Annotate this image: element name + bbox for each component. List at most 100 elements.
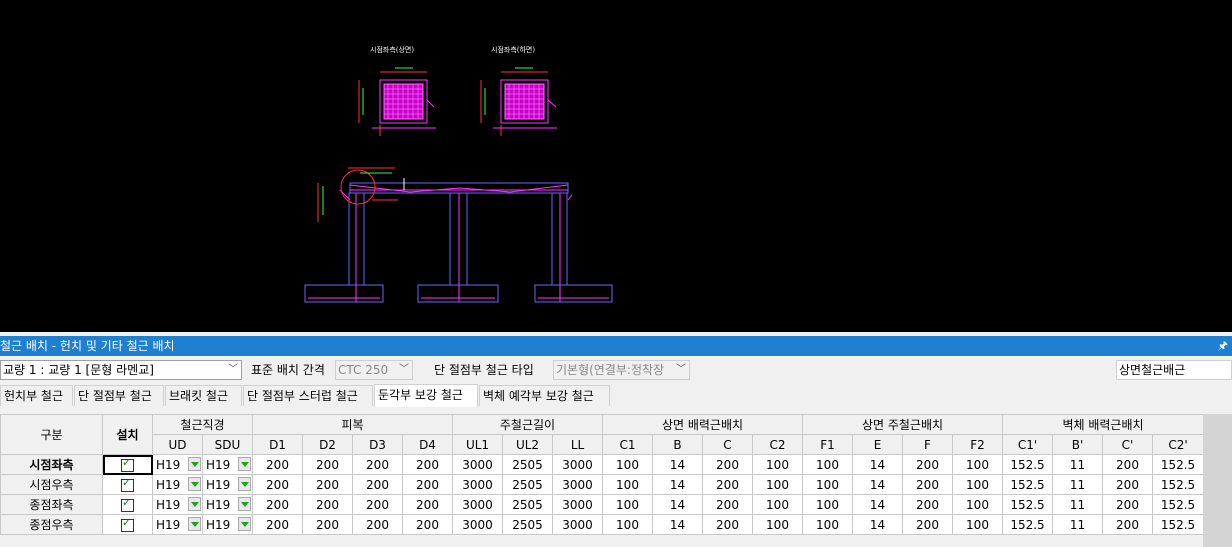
value-cell[interactable]: 100 [802, 514, 853, 535]
value-cell[interactable]: 152.5 [1002, 474, 1053, 495]
cad-viewport[interactable]: 시점좌측(상면) 시점좌측(하면) [0, 0, 1232, 332]
value-cell[interactable]: 2505 [502, 514, 553, 535]
value-cell[interactable]: 3000 [452, 454, 503, 475]
value-cell[interactable]: 100 [952, 474, 1003, 495]
dropdown-arrow-icon[interactable] [188, 477, 201, 491]
tab-end-joint-rebar[interactable]: 단 절점부 철근 [74, 385, 164, 406]
sdu-dropdown-cell[interactable]: H19 [202, 514, 253, 535]
value-cell[interactable]: 11 [1052, 494, 1103, 515]
value-cell[interactable]: 14 [852, 454, 903, 475]
value-cell[interactable]: 200 [302, 474, 353, 495]
row-header[interactable]: 종점우측 [0, 514, 103, 535]
value-cell[interactable]: 2505 [502, 454, 553, 475]
value-cell[interactable]: 14 [652, 454, 703, 475]
value-cell[interactable]: 100 [752, 474, 803, 495]
value-cell[interactable]: 2505 [502, 474, 553, 495]
value-cell[interactable]: 200 [1102, 474, 1153, 495]
value-cell[interactable]: 14 [652, 514, 703, 535]
value-cell[interactable]: 3000 [452, 514, 503, 535]
dropdown-arrow-icon[interactable] [238, 497, 251, 511]
tab-end-joint-stirrup[interactable]: 단 절점부 스터럽 철근 [243, 385, 373, 406]
value-cell[interactable]: 200 [702, 474, 753, 495]
value-cell[interactable]: 11 [1052, 474, 1103, 495]
value-cell[interactable]: 3000 [452, 494, 503, 515]
value-cell[interactable]: 200 [702, 514, 753, 535]
tab-haunch-rebar[interactable]: 헌치부 철근 [0, 385, 73, 406]
value-cell[interactable]: 11 [1052, 514, 1103, 535]
dropdown-arrow-icon[interactable] [188, 497, 201, 511]
ud-dropdown-cell[interactable]: H19 [152, 514, 203, 535]
value-cell[interactable]: 200 [702, 454, 753, 475]
value-cell[interactable]: 200 [252, 454, 303, 475]
value-cell[interactable]: 200 [402, 514, 453, 535]
value-cell[interactable]: 152.5 [1002, 454, 1053, 475]
value-cell[interactable]: 152.5 [1152, 474, 1204, 495]
value-cell[interactable]: 200 [252, 474, 303, 495]
bridge-select[interactable]: 교량 1 : 교량 1 [문형 라멘교] ﹀ [0, 360, 242, 380]
value-cell[interactable]: 200 [352, 494, 403, 515]
sdu-dropdown-cell[interactable]: H19 [202, 474, 253, 495]
value-cell[interactable]: 100 [952, 514, 1003, 535]
value-cell[interactable]: 100 [602, 514, 653, 535]
value-cell[interactable]: 14 [652, 474, 703, 495]
dropdown-arrow-icon[interactable] [188, 517, 201, 531]
value-cell[interactable]: 152.5 [1152, 514, 1204, 535]
value-cell[interactable]: 100 [802, 454, 853, 475]
row-header[interactable]: 시점좌측 [0, 454, 103, 475]
value-cell[interactable]: 200 [302, 514, 353, 535]
value-cell[interactable]: 3000 [552, 514, 603, 535]
value-cell[interactable]: 14 [852, 474, 903, 495]
value-cell[interactable]: 200 [402, 474, 453, 495]
value-cell[interactable]: 100 [752, 514, 803, 535]
install-checkbox[interactable] [121, 496, 134, 512]
value-cell[interactable]: 200 [402, 454, 453, 475]
value-cell[interactable]: 200 [352, 514, 403, 535]
value-cell[interactable]: 200 [302, 494, 353, 515]
value-cell[interactable]: 200 [1102, 494, 1153, 515]
value-cell[interactable]: 3000 [452, 474, 503, 495]
tab-obtuse-reinforcement[interactable]: 둔각부 보강 철근 [374, 384, 478, 407]
value-cell[interactable]: 100 [752, 494, 803, 515]
sdu-dropdown-cell[interactable]: H19 [202, 454, 253, 475]
tab-bracket-rebar[interactable]: 브래킷 철근 [165, 385, 242, 406]
value-cell[interactable]: 200 [702, 494, 753, 515]
value-cell[interactable]: 200 [902, 494, 953, 515]
value-cell[interactable]: 3000 [552, 454, 603, 475]
value-cell[interactable]: 200 [252, 514, 303, 535]
value-cell[interactable]: 14 [852, 494, 903, 515]
value-cell[interactable]: 152.5 [1002, 494, 1053, 515]
value-cell[interactable]: 152.5 [1152, 454, 1204, 475]
tab-wall-acute-reinforcement[interactable]: 벽체 예각부 보강 철근 [479, 385, 610, 406]
value-cell[interactable]: 200 [902, 514, 953, 535]
ud-dropdown-cell[interactable]: H19 [152, 494, 203, 515]
value-cell[interactable]: 200 [352, 454, 403, 475]
pin-icon[interactable]: 🖈 [1218, 336, 1228, 356]
install-checkbox[interactable] [121, 516, 134, 532]
value-cell[interactable]: 200 [902, 474, 953, 495]
sdu-dropdown-cell[interactable]: H19 [202, 494, 253, 515]
dropdown-arrow-icon[interactable] [238, 517, 251, 531]
value-cell[interactable]: 14 [652, 494, 703, 515]
value-cell[interactable]: 200 [1102, 454, 1153, 475]
value-cell[interactable]: 100 [602, 494, 653, 515]
dropdown-arrow-icon[interactable] [188, 457, 201, 471]
value-cell[interactable]: 200 [402, 494, 453, 515]
value-cell[interactable]: 3000 [552, 474, 603, 495]
dropdown-arrow-icon[interactable] [238, 457, 251, 471]
value-cell[interactable]: 152.5 [1002, 514, 1053, 535]
install-checkbox[interactable] [121, 456, 134, 472]
ud-dropdown-cell[interactable]: H19 [152, 454, 203, 475]
value-cell[interactable]: 200 [252, 494, 303, 515]
row-header[interactable]: 종점좌측 [0, 494, 103, 515]
value-cell[interactable]: 14 [852, 514, 903, 535]
view-mode-field[interactable]: 상면철근배근 [1116, 360, 1232, 380]
value-cell[interactable]: 152.5 [1152, 494, 1204, 515]
value-cell[interactable]: 100 [602, 474, 653, 495]
value-cell[interactable]: 100 [952, 494, 1003, 515]
value-cell[interactable]: 100 [602, 454, 653, 475]
install-checkbox[interactable] [121, 476, 134, 492]
value-cell[interactable]: 100 [802, 494, 853, 515]
ud-dropdown-cell[interactable]: H19 [152, 474, 203, 495]
value-cell[interactable]: 100 [802, 474, 853, 495]
value-cell[interactable]: 2505 [502, 494, 553, 515]
